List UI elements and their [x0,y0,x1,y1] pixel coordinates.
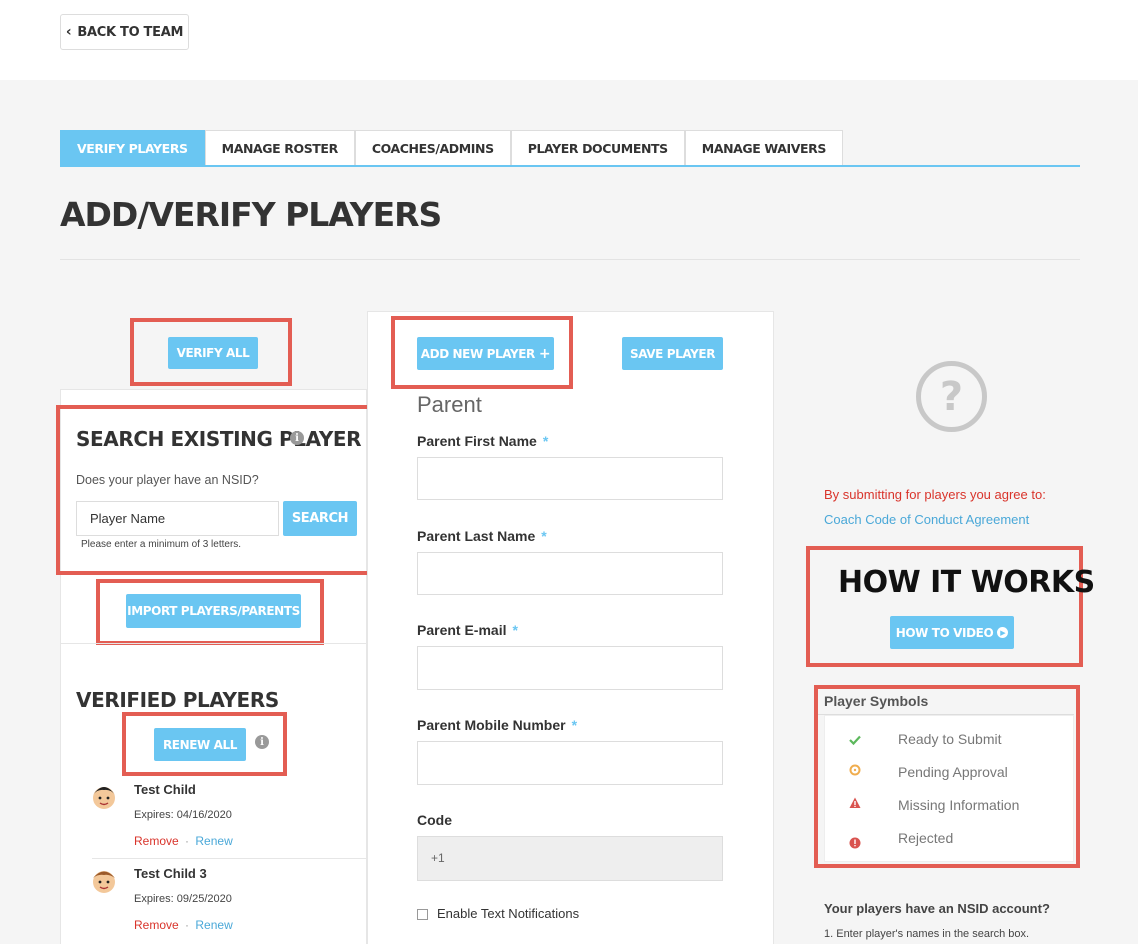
back-to-team-button[interactable]: ‹ BACK TO TEAM [60,14,189,50]
player-divider [92,858,367,859]
child-avatar-icon [93,787,115,809]
separator: · [185,918,190,932]
tab-coaches-admins[interactable]: COACHES/ADMINS [354,130,511,165]
renew-link[interactable]: Renew [195,918,232,932]
remove-link[interactable]: Remove [134,834,179,848]
parent-mobile-input[interactable] [417,741,723,785]
parent-mobile-label: Parent Mobile Number * [417,717,578,733]
checkmark-icon [849,735,861,746]
warning-icon [849,797,861,808]
symbol-missing-label: Missing Information [898,797,1020,813]
how-to-video-button[interactable]: HOW TO VIDEO ▶ [890,616,1014,649]
symbol-rejected-label: Rejected [898,830,954,846]
play-icon: ▶ [997,627,1009,638]
nsid-step-1: 1. Enter player's names in the search bo… [824,928,1030,940]
parent-first-name-label: Parent First Name * [417,433,549,449]
parent-email-label: Parent E-mail * [417,622,518,638]
highlight-verify-all [130,318,292,386]
highlight-import [96,579,324,645]
left-divider [60,643,367,644]
player-expires: Expires: 09/25/2020 [134,893,232,905]
text-notifications-label: Enable Text Notifications [437,906,580,921]
question-icon: ? [916,361,987,432]
title-divider [60,259,1080,260]
player-expires: Expires: 04/16/2020 [134,809,232,821]
tab-verify-players[interactable]: VERIFY PLAYERS [60,130,205,165]
text-notifications-checkbox[interactable] [417,909,428,920]
code-input[interactable]: +1 [417,836,723,881]
back-to-team-label: BACK TO TEAM [77,24,184,40]
highlight-search [56,405,371,575]
parent-first-name-input[interactable] [417,457,723,500]
player-name: Test Child [134,782,196,797]
verified-players-title: VERIFIED PLAYERS [76,688,279,712]
player-actions: Remove · Renew [134,918,233,932]
section-title: Parent [417,392,482,417]
how-it-works-title: HOW IT WORKS [838,565,1095,600]
conduct-agreement-link[interactable]: Coach Code of Conduct Agreement [824,512,1029,527]
tab-player-documents[interactable]: PLAYER DOCUMENTS [510,130,685,165]
rejected-icon [849,837,861,849]
player-actions: Remove · Renew [134,834,233,848]
page-title: ADD/VERIFY PLAYERS [60,195,442,234]
pending-icon [849,764,861,776]
agree-text: By submitting for players you agree to: [824,487,1046,502]
symbol-ready-label: Ready to Submit [898,731,1002,747]
how-to-video-label: HOW TO VIDEO [895,625,994,640]
chevron-left-icon: ‹ [65,24,72,40]
tab-manage-waivers[interactable]: MANAGE WAIVERS [684,130,843,165]
remove-link[interactable]: Remove [134,918,179,932]
tab-manage-roster[interactable]: MANAGE ROSTER [204,130,355,165]
code-value: +1 [431,851,445,865]
parent-last-name-label: Parent Last Name * [417,528,547,544]
parent-email-input[interactable] [417,646,723,690]
tab-bar: VERIFY PLAYERS MANAGE ROSTER COACHES/ADM… [60,130,1080,167]
symbol-pending-label: Pending Approval [898,764,1008,780]
nsid-account-question: Your players have an NSID account? [824,901,1050,916]
player-name: Test Child 3 [134,866,207,881]
player-symbols-title: Player Symbols [824,693,929,709]
highlight-renew [122,712,287,776]
highlight-add-player [391,316,573,389]
symbols-divider [818,714,1074,715]
renew-link[interactable]: Renew [195,834,232,848]
parent-last-name-input[interactable] [417,552,723,595]
code-label: Code [417,812,452,828]
separator: · [185,834,190,848]
child-avatar-icon [93,871,115,893]
save-player-button[interactable]: SAVE PLAYER [622,337,723,370]
svg-text:?: ? [940,374,963,420]
